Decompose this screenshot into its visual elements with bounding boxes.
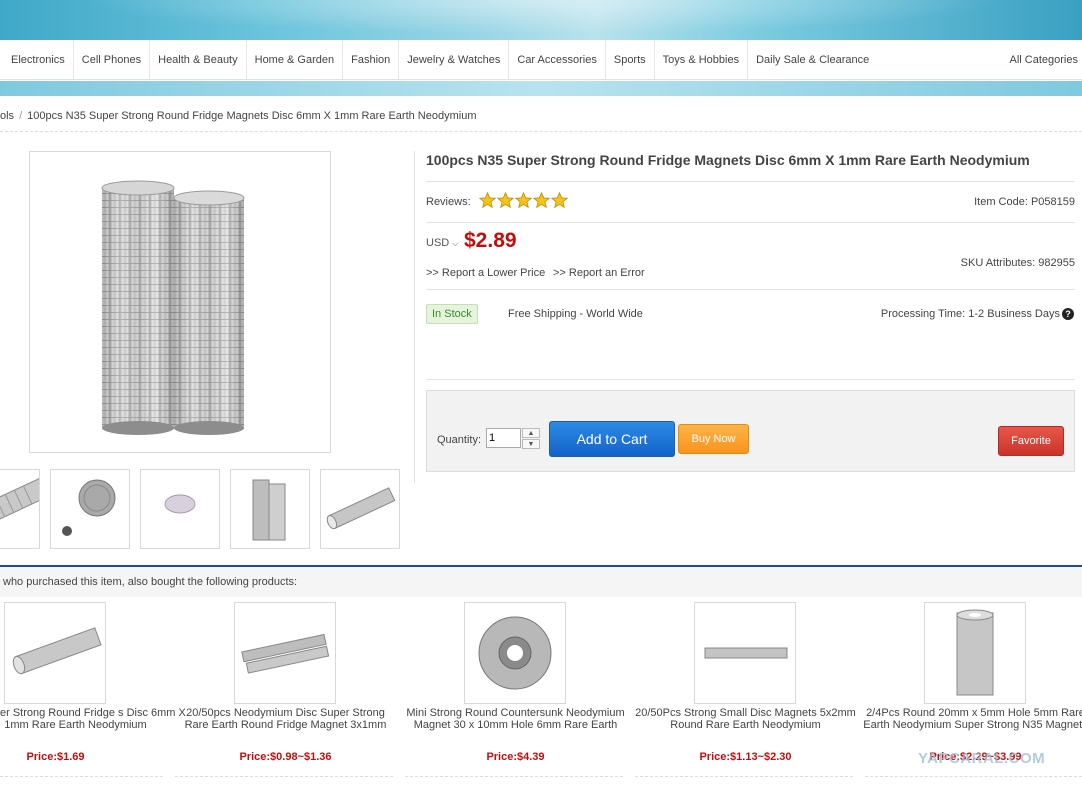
stock-badge: In Stock (426, 304, 478, 324)
nav-item-sports[interactable]: Sports (606, 39, 655, 80)
breadcrumb-parent-link[interactable]: ols (0, 110, 14, 122)
related-product-title-1[interactable]: 35 Super Strong Round Fridge s Disc 6mm … (0, 707, 188, 731)
divider (0, 776, 163, 777)
divider (426, 379, 1075, 380)
related-product-title-2[interactable]: 20/50pcs Neodymium Disc Super Strong Rar… (173, 707, 398, 731)
sku-attributes: SKU Attributes: 982955 (960, 257, 1075, 269)
related-product-image-5[interactable] (924, 602, 1026, 704)
favorite-button[interactable]: Favorite (998, 426, 1064, 456)
thumbnail-magnets-image (0, 476, 51, 526)
chevron-down-icon: ▼ (527, 441, 535, 448)
nav-item-daily-sale[interactable]: Daily Sale & Clearance (748, 40, 877, 80)
star-icon (551, 192, 568, 209)
divider (426, 181, 1075, 182)
star-icon (515, 192, 532, 209)
rating-stars[interactable] (479, 192, 568, 209)
nav-item-jewelry-watches[interactable]: Jewelry & Watches (399, 39, 510, 80)
quantity-label: Quantity: (437, 434, 482, 446)
nav-item-car-accessories[interactable]: Car Accessories (509, 39, 606, 80)
header-banner (0, 0, 1082, 40)
related-product-title-3[interactable]: Mini Strong Round Countersunk Neodymium … (403, 707, 628, 731)
thumbnail-coin-compare-image (62, 479, 116, 536)
category-nav: Electronics Cell Phones Health & Beauty … (0, 39, 1082, 80)
buy-now-button[interactable]: Buy Now (678, 424, 749, 454)
report-lower-price-link[interactable]: >> Report a Lower Price (426, 267, 545, 279)
thumbnail-4[interactable] (230, 469, 310, 549)
related-product-title-4[interactable]: 20/50Pcs Strong Small Disc Magnets 5x2mm… (633, 707, 858, 731)
divider (405, 776, 623, 777)
divider (0, 131, 1082, 132)
product-image (241, 633, 330, 674)
breadcrumb: ols / 100pcs N35 Super Strong Round Fridge… (0, 110, 476, 122)
currency-selector[interactable]: USD ⌵ (426, 237, 458, 249)
processing-time: Processing Time: 1-2 Business Days ? (881, 308, 1074, 320)
product-image (12, 627, 102, 675)
product-image (956, 609, 994, 696)
star-icon (479, 192, 496, 209)
thumbnail-2[interactable] (50, 469, 130, 549)
vertical-divider (414, 151, 415, 483)
thumbnail-5[interactable] (320, 469, 400, 549)
related-product-price-1: Price:$1.69 (26, 751, 85, 763)
divider (426, 289, 1075, 290)
star-icon (533, 192, 550, 209)
report-error-link[interactable]: >> Report an Error (553, 267, 645, 279)
quantity-decrement-button[interactable]: ▼ (522, 439, 540, 449)
help-icon[interactable]: ? (1062, 308, 1074, 320)
related-product-image-3[interactable] (464, 602, 566, 704)
also-bought-heading: who purchased this item, also bought the… (3, 576, 298, 588)
thumbnail-1[interactable] (0, 469, 51, 549)
divider (865, 776, 1082, 777)
thumbnail-single-disc-image (164, 494, 196, 514)
nav-item-health-beauty[interactable]: Health & Beauty (150, 39, 247, 80)
thumbnail-3[interactable] (140, 469, 220, 549)
breadcrumb-separator: / (19, 110, 23, 122)
divider (635, 776, 853, 777)
price: $2.89 (464, 229, 517, 252)
nav-item-home-garden[interactable]: Home & Garden (247, 39, 344, 80)
related-product-price-2: Price:$0.98~$1.36 (239, 751, 332, 763)
divider (175, 776, 393, 777)
product-image (478, 616, 552, 690)
related-product-image-2[interactable] (234, 602, 336, 704)
breadcrumb-current: 100pcs N35 Super Strong Round Fridge Mag… (27, 110, 477, 122)
product-image (704, 647, 788, 659)
magnet-stacks-image (101, 180, 245, 435)
purchase-panel: Quantity: ▲ ▼ Add to Cart Buy Now Favori… (426, 390, 1075, 472)
nav-decor-strip (0, 81, 1082, 96)
chevron-down-icon: ⌵ (452, 239, 459, 248)
add-to-cart-button[interactable]: Add to Cart (549, 421, 675, 457)
quantity-input[interactable] (486, 428, 521, 448)
nav-item-electronics[interactable]: Electronics (0, 39, 74, 80)
nav-item-cell-phones[interactable]: Cell Phones (74, 39, 151, 80)
shipping-info: Free Shipping - World Wide (508, 308, 643, 320)
related-product-title-5[interactable]: 2/4Pcs Round 20mm x 5mm Hole 5mm Rare Ea… (863, 707, 1082, 731)
related-product-price-3: Price:$4.39 (486, 751, 545, 763)
watermark-logo: YAPCARAL.COM (918, 750, 1046, 767)
related-product-image-4[interactable] (694, 602, 796, 704)
thumbnail-row-image (326, 487, 396, 530)
main-product-image[interactable] (29, 151, 331, 453)
item-code: Item Code: P058159 (974, 196, 1075, 208)
nav-item-toys-hobbies[interactable]: Toys & Hobbies (655, 39, 749, 80)
nav-item-fashion[interactable]: Fashion (343, 39, 400, 80)
processing-time-label: Processing Time: 1-2 Business Days (880, 308, 1060, 320)
related-product-image-1[interactable] (4, 602, 106, 704)
thumbnail-stacks-image (252, 479, 286, 541)
divider (426, 222, 1075, 223)
related-product-price-4: Price:$1.13~$2.30 (699, 751, 792, 763)
quantity-increment-button[interactable]: ▲ (522, 428, 540, 438)
currency-label: USD (426, 237, 450, 249)
star-icon (497, 192, 514, 209)
all-categories-link[interactable]: All Categories (1010, 40, 1078, 80)
reviews-label: Reviews: (426, 196, 471, 208)
product-title: 100pcs N35 Super Strong Round Fridge Mag… (426, 152, 1030, 168)
chevron-up-icon: ▲ (527, 430, 535, 437)
